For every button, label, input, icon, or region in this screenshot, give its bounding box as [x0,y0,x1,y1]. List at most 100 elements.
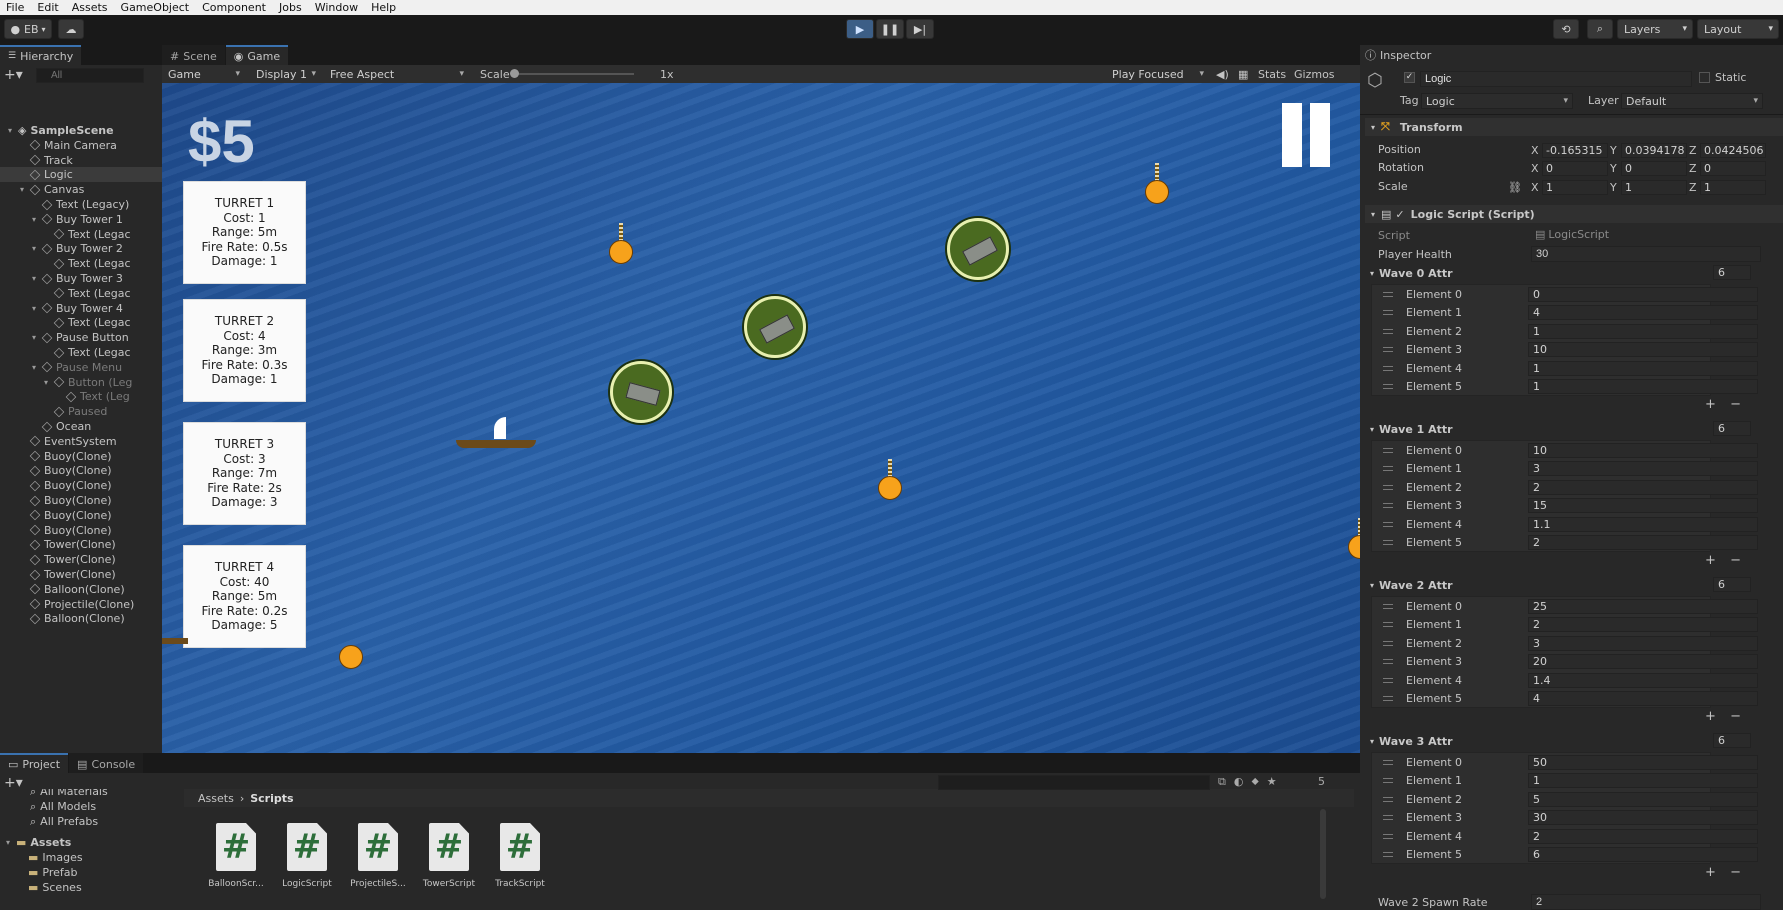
display-dropdown[interactable]: Display 1 [252,66,320,82]
hierarchy-item[interactable]: ▾ Button (Leg [44,375,132,390]
script-header[interactable]: ▾ ▤ ✓ Logic Script (Script) [1365,205,1783,223]
object-name-field[interactable] [1420,71,1692,87]
transform-pz-field[interactable]: 0.0424506 [1700,143,1766,158]
element-value-field[interactable]: 10 [1528,342,1758,358]
script-enabled-checkbox[interactable]: ✓ [1395,208,1404,221]
hierarchy-item[interactable]: ▾ Canvas [20,182,84,197]
element-value-field[interactable]: 4 [1528,691,1758,706]
element-value-field[interactable]: 3 [1528,461,1758,477]
breadcrumb-assets[interactable]: Assets [198,792,234,805]
hierarchy-item[interactable]: Balloon(Clone) [20,611,125,626]
transform-sz-field[interactable]: 1 [1700,180,1766,195]
search-button[interactable]: ⌕ [1587,19,1613,39]
asset-item[interactable]: # ProjectileS... [350,823,406,889]
drag-handle-icon[interactable] [1383,448,1393,453]
scale-slider[interactable] [510,69,634,78]
hierarchy-item[interactable]: Buoy(Clone) [20,493,112,508]
hierarchy-item[interactable]: Ocean [32,419,91,434]
tab-scene[interactable]: # Scene [162,45,225,65]
drag-handle-icon[interactable] [1383,310,1393,316]
foldout-arrow-icon[interactable]: ▾ [1370,269,1374,278]
hierarchy-item[interactable]: ▾ Buy Tower 1 [32,212,123,227]
grid-icon[interactable]: ▦ [1238,65,1248,83]
drag-handle-icon[interactable] [1383,365,1393,371]
drag-handle-icon[interactable] [1383,696,1393,701]
hierarchy-item[interactable]: Buoy(Clone) [20,508,112,523]
pause-button[interactable]: ❚❚ [876,19,904,39]
hierarchy-item[interactable]: Track [20,153,73,168]
hierarchy-search-input[interactable] [36,68,144,83]
tab-project[interactable]: ▭ Project [0,753,69,773]
layout-dropdown[interactable]: Layout ▾ [1697,19,1779,39]
drag-handle-icon[interactable] [1383,466,1393,472]
expand-arrow-icon[interactable]: ▾ [44,378,54,387]
expand-arrow-icon[interactable]: ▾ [32,363,42,372]
project-filter-icons[interactable]: ⧉◐⬥★ [1218,775,1285,789]
drag-handle-icon[interactable] [1383,833,1393,839]
drag-handle-icon[interactable] [1383,796,1393,802]
folder-item[interactable]: ▬ Scenes [28,880,82,895]
player-health-field[interactable] [1531,246,1761,262]
element-value-field[interactable]: 3 [1528,635,1758,651]
hierarchy-item[interactable]: Balloon(Clone) [20,582,125,597]
pause-bar-right[interactable] [1310,103,1330,167]
audio-icon[interactable]: ◀) [1216,65,1229,83]
asset-item[interactable]: # BalloonScr... [208,823,264,889]
foldout-arrow-icon[interactable]: ▾ [1370,425,1374,434]
hierarchy-item[interactable]: Text (Legacy) [32,197,129,212]
transform-px-field[interactable]: -0.165315 [1542,143,1608,158]
menu-item-help[interactable]: Help [371,1,396,14]
remove-element-icon[interactable]: − [1730,397,1741,413]
menu-item-jobs[interactable]: Jobs [279,1,302,14]
drag-handle-icon[interactable] [1383,484,1393,490]
hierarchy-item[interactable]: Text (Legac [44,286,131,301]
tab-hierarchy[interactable]: ☰ Hierarchy [0,45,82,65]
expand-arrow-icon[interactable]: ▾ [32,304,42,313]
drag-handle-icon[interactable] [1383,328,1393,334]
spawn-rate-field[interactable] [1531,894,1761,910]
drag-handle-icon[interactable] [1383,604,1393,609]
tab-game[interactable]: ◉ Game [225,45,289,65]
foldout-arrow-icon[interactable]: ▾ [1370,581,1374,590]
hierarchy-item[interactable]: Projectile(Clone) [20,597,134,612]
drag-handle-icon[interactable] [1383,347,1393,353]
element-value-field[interactable]: 1 [1528,323,1758,339]
assets-folder[interactable]: ▾ ▬ Assets [6,835,71,850]
element-value-field[interactable]: 2 [1528,479,1758,495]
element-value-field[interactable]: 20 [1528,654,1758,670]
hierarchy-item[interactable]: Text (Legac [44,227,131,242]
display-mode-dropdown[interactable]: Game [164,66,244,82]
hierarchy-item[interactable]: Text (Legac [44,315,131,330]
hierarchy-item[interactable]: Paused [44,404,107,419]
hierarchy-item[interactable]: ▾ Buy Tower 2 [32,241,123,256]
hierarchy-item[interactable]: ▾ Pause Menu [32,360,122,375]
element-value-field[interactable]: 1 [1528,773,1758,789]
account-button[interactable]: ● EB ▾ [4,19,52,39]
breadcrumb-scripts[interactable]: Scripts [250,792,293,805]
turret-card-4[interactable]: TURRET 4 Cost: 40 Range: 5m Fire Rate: 0.2s… [183,545,306,648]
menu-item-assets[interactable]: Assets [72,1,108,14]
element-value-field[interactable]: 4 [1528,305,1758,321]
hierarchy-item[interactable]: Text (Legac [44,256,131,271]
element-value-field[interactable]: 2 [1528,828,1758,844]
hierarchy-item[interactable]: Tower(Clone) [20,552,116,567]
hierarchy-item[interactable]: EventSystem [20,434,117,449]
hierarchy-item[interactable]: Buoy(Clone) [20,478,112,493]
drag-handle-icon[interactable] [1383,815,1393,821]
tower[interactable] [947,218,1009,280]
drag-handle-icon[interactable] [1383,760,1393,765]
menu-item-file[interactable]: File [6,1,24,14]
tower[interactable] [610,361,672,423]
axis-z-label[interactable]: Z [1689,143,1697,158]
remove-element-icon[interactable]: − [1730,553,1741,569]
folder-item[interactable]: ▬ Prefab [28,865,78,880]
drag-handle-icon[interactable] [1383,778,1393,784]
transform-rx-field[interactable]: 0 [1542,161,1608,176]
axis-x-label[interactable]: X [1531,180,1539,195]
hierarchy-item[interactable]: Buoy(Clone) [20,449,112,464]
turret-card-1[interactable]: TURRET 1 Cost: 1 Range: 5m Fire Rate: 0.5s D… [183,181,306,284]
tab-inspector[interactable]: ⓘ Inspector [1365,45,1783,65]
asset-item[interactable]: # TowerScript [421,823,477,889]
element-value-field[interactable]: 15 [1528,498,1758,514]
axis-z-label[interactable]: Z [1689,161,1697,176]
